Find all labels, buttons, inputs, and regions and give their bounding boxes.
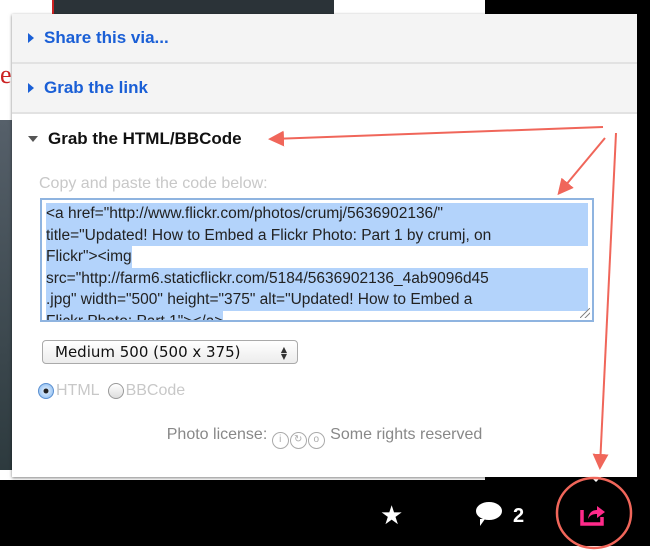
expand-arrow-icon [28, 83, 34, 93]
copy-instructions: Copy and paste the code below: [39, 175, 268, 192]
code-line: Flickr"><img [46, 246, 132, 268]
panel-pointer [590, 476, 602, 482]
comment-count: 2 [513, 505, 525, 527]
radio-label: HTML [56, 382, 100, 399]
photo-license: Photo license: i ↻ o Some rights reserved [12, 426, 637, 449]
expand-arrow-icon [28, 33, 34, 43]
section-label: Share this via... [44, 28, 169, 47]
radio-label: BBCode [125, 382, 186, 399]
size-select-value: Medium 500 (500 x 375) [55, 343, 241, 361]
radio-bbcode[interactable] [107, 383, 124, 399]
section-share-via[interactable]: Share this via... [12, 14, 637, 64]
resize-handle[interactable] [580, 308, 590, 318]
select-arrows-icon: ▲ ▼ [280, 345, 287, 361]
photo [52, 0, 334, 15]
photo-toolbar [0, 480, 650, 546]
share-panel: Share this via... Grab the link Grab the… [12, 14, 637, 477]
cc-attribution-icon: i [271, 432, 289, 449]
radio-html[interactable] [38, 383, 54, 399]
embed-code-textarea[interactable]: <a href="http://www.flickr.com/photos/cr… [40, 198, 594, 322]
code-line: title="Updated! How to Embed a Flickr Ph… [46, 224, 588, 246]
code-line: <a href="http://www.flickr.com/photos/cr… [46, 203, 588, 225]
background-text-fragment: e [0, 60, 12, 89]
section-grab-link[interactable]: Grab the link [12, 64, 637, 114]
section-label: Grab the HTML/BBCode [48, 129, 242, 148]
license-label: Photo license: [166, 426, 268, 443]
section-grab-html[interactable]: Grab the HTML/BBCode [12, 114, 637, 164]
cc-sharealike-icon: ↻ [289, 432, 307, 449]
share-arrow-icon[interactable] [580, 502, 606, 526]
code-line: .jpg" width="500" height="375" alt="Upda… [46, 289, 588, 311]
collapse-arrow-icon [28, 136, 38, 142]
star-icon[interactable]: ★ [380, 500, 403, 531]
code-line: Flickr Photo: Part 1"></a> [46, 310, 224, 320]
section-label: Grab the link [44, 78, 148, 97]
size-select[interactable]: Medium 500 (500 x 375) ▲ ▼ [42, 340, 298, 364]
code-line: src="http://farm6.staticflickr.com/5184/… [46, 267, 588, 289]
format-radio-group: HTML BBCode [38, 382, 185, 400]
cc-noncommercial-icon: o [307, 432, 325, 449]
license-text[interactable]: Some rights reserved [330, 426, 482, 443]
photo-edge [0, 120, 12, 470]
speech-bubble-icon[interactable] [476, 502, 502, 526]
